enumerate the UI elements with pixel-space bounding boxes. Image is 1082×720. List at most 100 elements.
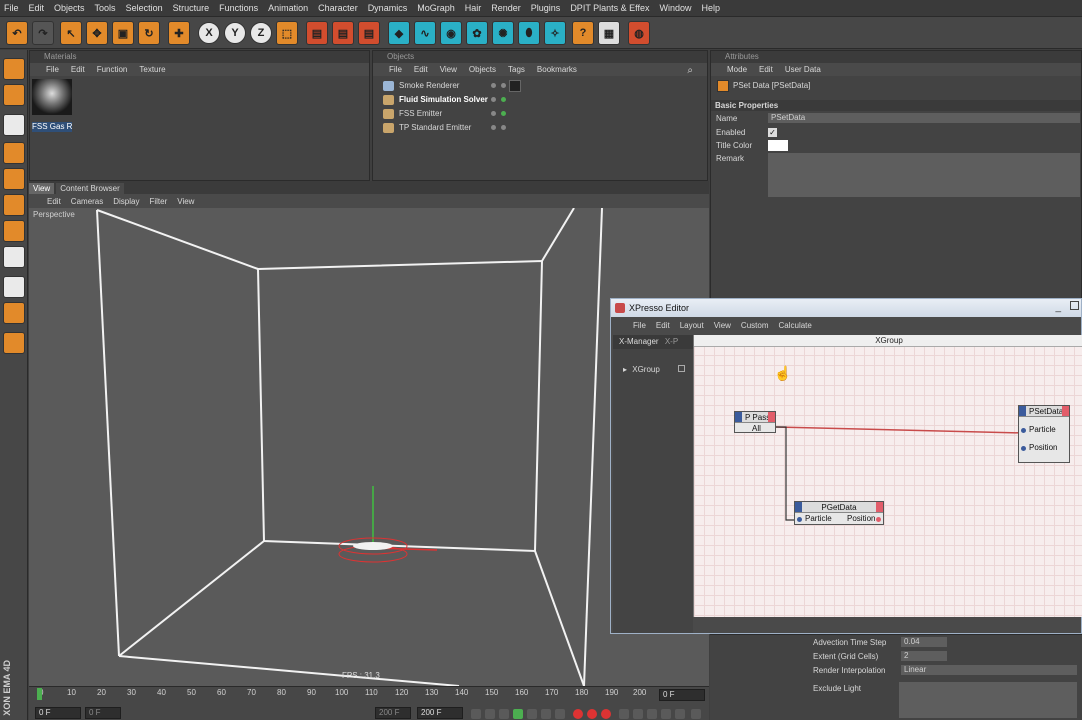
xpresso-menu-file[interactable]: File <box>633 321 646 330</box>
cube-icon[interactable]: ◆ <box>388 21 410 45</box>
render-interp-dropdown[interactable]: Linear <box>901 665 1077 675</box>
enabled-checkbox[interactable]: ✓ <box>768 128 777 137</box>
preview-start-field[interactable]: 0 F <box>85 707 121 719</box>
xpresso-menu-edit[interactable]: Edit <box>656 321 670 330</box>
visibility-dot[interactable] <box>491 125 496 130</box>
model-mode-icon[interactable] <box>3 58 25 80</box>
y-axis-lock-icon[interactable]: Y <box>224 22 246 44</box>
visibility-dot[interactable] <box>491 83 496 88</box>
param-key-icon[interactable] <box>661 709 671 719</box>
material-label[interactable]: FSS Gas Re <box>32 122 72 132</box>
menu-render[interactable]: Render <box>487 3 527 13</box>
menu-window[interactable]: Window <box>656 3 698 13</box>
rotation-key-icon[interactable] <box>647 709 657 719</box>
xpresso-node-graph[interactable]: XGroup P Pass All PSetData Particle Posi… <box>693 335 1082 617</box>
material-thumbnail[interactable] <box>32 79 72 115</box>
texture-mode-icon[interactable] <box>3 220 25 242</box>
port-pin[interactable] <box>876 517 881 522</box>
tab-view[interactable]: View <box>29 183 55 194</box>
menu-plugins[interactable]: Plugins <box>527 3 567 13</box>
goto-end-icon[interactable] <box>555 709 565 719</box>
render-dot[interactable] <box>501 125 506 130</box>
xpresso-menu-view[interactable]: View <box>714 321 731 330</box>
points-mode-icon[interactable] <box>3 114 25 136</box>
title-color-swatch[interactable] <box>768 140 788 151</box>
extent-field[interactable]: 2 <box>901 651 947 661</box>
object-row[interactable]: Fluid Simulation Solver <box>383 93 713 107</box>
pla-key-icon[interactable] <box>675 709 685 719</box>
preview-end-field[interactable]: 200 F <box>375 707 411 719</box>
locked-workplane-icon[interactable] <box>3 302 25 324</box>
uv-mode-icon[interactable] <box>3 194 25 216</box>
objects-menu-file[interactable]: File <box>389 65 402 74</box>
render-settings-icon[interactable]: ▤ <box>358 21 380 45</box>
autokey-icon[interactable] <box>587 709 597 719</box>
node-pgetdata[interactable]: PGetData Particle Position <box>794 501 884 525</box>
tree-item-xgroup[interactable]: ▸ XGroup <box>623 365 686 374</box>
render-view-icon[interactable]: ▤ <box>306 21 328 45</box>
viewport-menu-cameras[interactable]: Cameras <box>71 197 103 206</box>
z-axis-lock-icon[interactable]: Z <box>250 22 272 44</box>
edges-mode-icon[interactable] <box>3 142 25 164</box>
rotate-icon[interactable]: ↻ <box>138 21 160 45</box>
minimize-icon[interactable]: _ <box>1055 299 1061 317</box>
start-frame-field[interactable]: 0 F <box>35 707 81 719</box>
menu-tools[interactable]: Tools <box>91 3 122 13</box>
object-row[interactable]: FSS Emitter <box>383 107 713 121</box>
exclude-light-list[interactable] <box>899 682 1077 718</box>
objects-menu-view[interactable]: View <box>440 65 457 74</box>
scale-icon[interactable]: ▣ <box>112 21 134 45</box>
x-manager-tab[interactable]: X-Manager X-P <box>613 335 693 349</box>
axis-icon[interactable]: ✚ <box>168 21 190 45</box>
array-icon[interactable]: ✿ <box>466 21 488 45</box>
visibility-dot[interactable] <box>491 111 496 116</box>
redo-icon[interactable]: ↷ <box>32 21 54 45</box>
record-icon[interactable] <box>573 709 583 719</box>
viewport-menu-display[interactable]: Display <box>113 197 139 206</box>
objects-menu-edit[interactable]: Edit <box>414 65 428 74</box>
menu-mograph[interactable]: MoGraph <box>413 3 461 13</box>
expand-arrow-icon[interactable]: ▸ <box>623 365 627 374</box>
attributes-menu-mode[interactable]: Mode <box>727 65 747 74</box>
end-frame-field[interactable]: 200 F <box>417 707 463 719</box>
materials-menu-file[interactable]: File <box>46 65 59 74</box>
playhead[interactable] <box>37 688 42 700</box>
viewport-menu-view[interactable]: View <box>177 197 194 206</box>
xpresso-menu-calculate[interactable]: Calculate <box>778 321 811 330</box>
current-frame-field[interactable]: 0 F <box>659 689 705 701</box>
nurbs-icon[interactable]: ◉ <box>440 21 462 45</box>
viewport-menu-edit[interactable]: Edit <box>47 197 61 206</box>
xpresso-menu-layout[interactable]: Layout <box>680 321 704 330</box>
maximize-icon[interactable] <box>1070 301 1079 310</box>
remark-field[interactable] <box>768 153 1080 197</box>
render-picture-viewer-icon[interactable]: ▤ <box>332 21 354 45</box>
port-pin[interactable] <box>1021 446 1026 451</box>
objects-menu-bookmarks[interactable]: Bookmarks <box>537 65 577 74</box>
attributes-menu-userdata[interactable]: User Data <box>785 65 821 74</box>
timeline-ruler[interactable]: 0 10 20 30 40 50 60 70 80 90 100 110 120… <box>37 688 657 702</box>
position-key-icon[interactable] <box>619 709 629 719</box>
menu-edit[interactable]: Edit <box>25 3 51 13</box>
menu-hair[interactable]: Hair <box>461 3 488 13</box>
viewport-3d[interactable]: Perspective FPS : 31.3 <box>29 208 709 686</box>
polygons-mode-icon[interactable] <box>3 168 25 190</box>
objects-menu-objects[interactable]: Objects <box>469 65 496 74</box>
goto-start-icon[interactable] <box>471 709 481 719</box>
object-tag-icon[interactable] <box>509 80 521 92</box>
x-pool-tab-label[interactable]: X-P <box>665 337 678 346</box>
viewport-menu-filter[interactable]: Filter <box>149 197 167 206</box>
materials-menu-texture[interactable]: Texture <box>139 65 165 74</box>
visibility-dot[interactable] <box>491 97 496 102</box>
spline-icon[interactable]: ∿ <box>414 21 436 45</box>
menu-structure[interactable]: Structure <box>169 3 216 13</box>
node-psetdata[interactable]: PSetData Particle Position <box>1018 405 1070 463</box>
object-mode-icon[interactable] <box>3 84 25 106</box>
sculpt-icon[interactable] <box>3 332 25 354</box>
node-ppass[interactable]: P Pass All <box>734 411 776 433</box>
menu-file[interactable]: File <box>0 3 25 13</box>
render-dot[interactable] <box>501 83 506 88</box>
prev-key-icon[interactable] <box>485 709 495 719</box>
menu-functions[interactable]: Functions <box>215 3 264 13</box>
port-pin[interactable] <box>797 517 802 522</box>
search-icon[interactable]: ⌕ <box>687 65 693 76</box>
